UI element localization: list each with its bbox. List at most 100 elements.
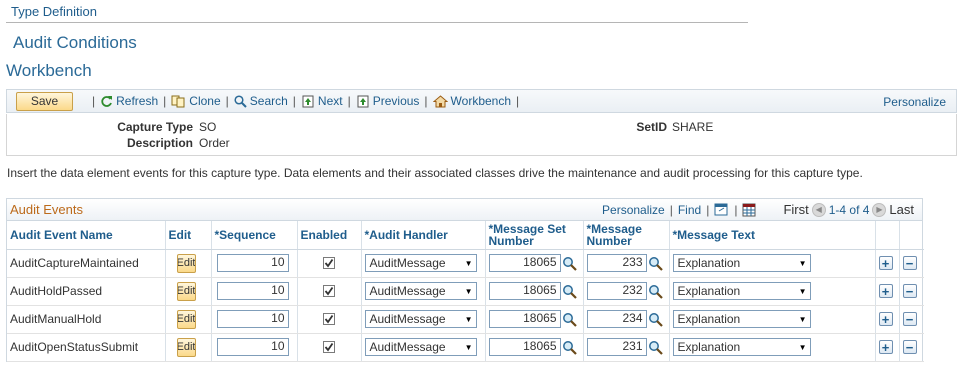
magnifier-icon[interactable] bbox=[648, 284, 663, 299]
sequence-input[interactable]: 10 bbox=[216, 254, 289, 272]
add-row-button[interactable]: + bbox=[878, 284, 893, 298]
enabled-checkbox[interactable] bbox=[322, 257, 335, 269]
event-name-cell: AuditCaptureMaintained bbox=[7, 249, 166, 278]
refresh-link[interactable]: Refresh bbox=[100, 94, 158, 108]
enabled-checkbox[interactable] bbox=[322, 341, 335, 353]
toolbar: Save | Refresh | Clone | Search | Next |… bbox=[6, 89, 957, 113]
clone-link[interactable]: Clone bbox=[171, 94, 221, 108]
sequence-cell: 10 bbox=[211, 249, 298, 278]
toolbar-personalize-link[interactable]: Personalize bbox=[883, 95, 946, 109]
audit-events-table: Audit Event Name Edit *Sequence Enabled … bbox=[7, 221, 924, 362]
check-icon bbox=[324, 314, 333, 324]
delete-row-button[interactable]: − bbox=[902, 312, 917, 326]
col-header-event-name[interactable]: Audit Event Name bbox=[7, 221, 166, 250]
message-text-value: Explanation bbox=[677, 256, 741, 270]
grid-find-link[interactable]: Find bbox=[678, 203, 701, 217]
add-cell: + bbox=[875, 333, 900, 362]
save-button[interactable]: Save bbox=[16, 91, 73, 111]
previous-link[interactable]: Previous bbox=[356, 94, 419, 108]
message-set-input[interactable]: 18065 bbox=[488, 338, 561, 356]
col-header-handler[interactable]: *Audit Handler bbox=[361, 221, 486, 250]
delete-row-button[interactable]: − bbox=[902, 339, 917, 355]
message-number-input[interactable]: 231 bbox=[586, 338, 647, 356]
refresh-label: Refresh bbox=[116, 94, 159, 108]
magnifier-icon[interactable] bbox=[562, 256, 577, 271]
magnifier-icon[interactable] bbox=[562, 284, 577, 299]
message-text-value: Explanation bbox=[677, 284, 741, 298]
delete-row-button[interactable]: − bbox=[902, 283, 917, 299]
minus-icon: − bbox=[905, 283, 914, 299]
magnifier-icon[interactable] bbox=[648, 340, 663, 355]
sequence-input[interactable]: 10 bbox=[216, 282, 289, 300]
msg-set-cell: 18065 bbox=[485, 277, 584, 306]
message-number-input[interactable]: 233 bbox=[586, 254, 647, 272]
audit-handler-dropdown[interactable]: AuditMessage ▼ bbox=[364, 310, 477, 328]
workbench-link[interactable]: Workbench bbox=[432, 94, 511, 108]
message-set-input[interactable]: 18065 bbox=[488, 310, 561, 328]
search-icon bbox=[234, 94, 247, 108]
next-row-icon[interactable]: ▶ bbox=[872, 202, 887, 217]
plus-icon: + bbox=[881, 311, 890, 327]
download-icon[interactable] bbox=[742, 203, 757, 217]
toolbar-separator: | bbox=[424, 94, 428, 108]
add-row-button[interactable]: + bbox=[878, 311, 893, 327]
enabled-cell bbox=[297, 333, 362, 362]
sequence-input[interactable]: 10 bbox=[216, 310, 289, 328]
next-link[interactable]: Next bbox=[301, 94, 343, 108]
magnifier-icon[interactable] bbox=[562, 340, 577, 355]
breadcrumb[interactable]: Type Definition bbox=[11, 4, 97, 19]
message-number-input[interactable]: 234 bbox=[586, 310, 647, 328]
message-text-dropdown[interactable]: Explanation ▼ bbox=[672, 254, 811, 272]
message-text-dropdown[interactable]: Explanation ▼ bbox=[672, 282, 811, 300]
message-set-input[interactable]: 18065 bbox=[488, 282, 561, 300]
view-all-icon[interactable] bbox=[714, 203, 729, 216]
setid-label: SetID bbox=[636, 120, 667, 134]
sequence-input[interactable]: 10 bbox=[216, 338, 289, 356]
edit-button[interactable]: Edit bbox=[176, 253, 196, 273]
grid-nav-separator: | bbox=[706, 202, 710, 217]
edit-button[interactable]: Edit bbox=[176, 309, 196, 329]
col-header-enabled[interactable]: Enabled bbox=[297, 221, 362, 250]
minus-icon: − bbox=[905, 339, 914, 355]
add-row-button[interactable]: + bbox=[878, 256, 893, 270]
col-header-msg-num[interactable]: *Message Number bbox=[583, 221, 670, 250]
col-header-delete bbox=[899, 221, 924, 250]
search-link[interactable]: Search bbox=[234, 94, 288, 108]
edit-button[interactable]: Edit bbox=[176, 281, 196, 301]
next-icon bbox=[301, 95, 315, 108]
audit-handler-dropdown[interactable]: AuditMessage ▼ bbox=[364, 282, 477, 300]
message-set-input[interactable]: 18065 bbox=[488, 254, 561, 272]
col-header-msg-text[interactable]: *Message Text bbox=[669, 221, 876, 250]
audit-handler-dropdown[interactable]: AuditMessage ▼ bbox=[364, 338, 477, 356]
grid-title-bar: Audit Events Personalize | Find | | Firs… bbox=[7, 199, 922, 221]
chevron-down-icon: ▼ bbox=[464, 314, 473, 324]
handler-cell: AuditMessage ▼ bbox=[361, 277, 486, 306]
grid-personalize-link[interactable]: Personalize bbox=[602, 203, 665, 217]
table-row: AuditHoldPassed Edit 10 AuditMessage ▼ 1… bbox=[7, 277, 924, 306]
audit-handler-dropdown[interactable]: AuditMessage ▼ bbox=[364, 254, 477, 272]
enabled-checkbox[interactable] bbox=[322, 285, 335, 297]
col-header-sequence[interactable]: *Sequence bbox=[211, 221, 298, 250]
message-text-value: Explanation bbox=[677, 312, 741, 326]
edit-button[interactable]: Edit bbox=[176, 337, 196, 357]
enabled-checkbox[interactable] bbox=[322, 313, 335, 325]
message-number-input[interactable]: 232 bbox=[586, 282, 647, 300]
magnifier-icon[interactable] bbox=[648, 256, 663, 271]
previous-row-icon[interactable]: ◀ bbox=[811, 202, 826, 217]
page-title: Workbench bbox=[6, 61, 92, 80]
magnifier-icon[interactable] bbox=[562, 312, 577, 327]
toolbar-separator: | bbox=[92, 94, 96, 108]
col-header-msg-set[interactable]: *Message Set Number bbox=[485, 221, 584, 250]
message-text-dropdown[interactable]: Explanation ▼ bbox=[672, 338, 811, 356]
message-text-dropdown[interactable]: Explanation ▼ bbox=[672, 310, 811, 328]
setid-value: SHARE bbox=[672, 120, 714, 134]
event-name-cell: AuditHoldPassed bbox=[7, 277, 166, 306]
magnifier-icon[interactable] bbox=[648, 312, 663, 327]
delete-row-button[interactable]: − bbox=[902, 256, 917, 270]
add-row-button[interactable]: + bbox=[878, 339, 893, 355]
next-label: Next bbox=[317, 94, 343, 108]
previous-icon bbox=[356, 95, 370, 108]
plus-icon: + bbox=[881, 339, 890, 355]
toolbar-separator: | bbox=[163, 94, 167, 108]
msg-num-cell: 233 bbox=[583, 249, 670, 278]
